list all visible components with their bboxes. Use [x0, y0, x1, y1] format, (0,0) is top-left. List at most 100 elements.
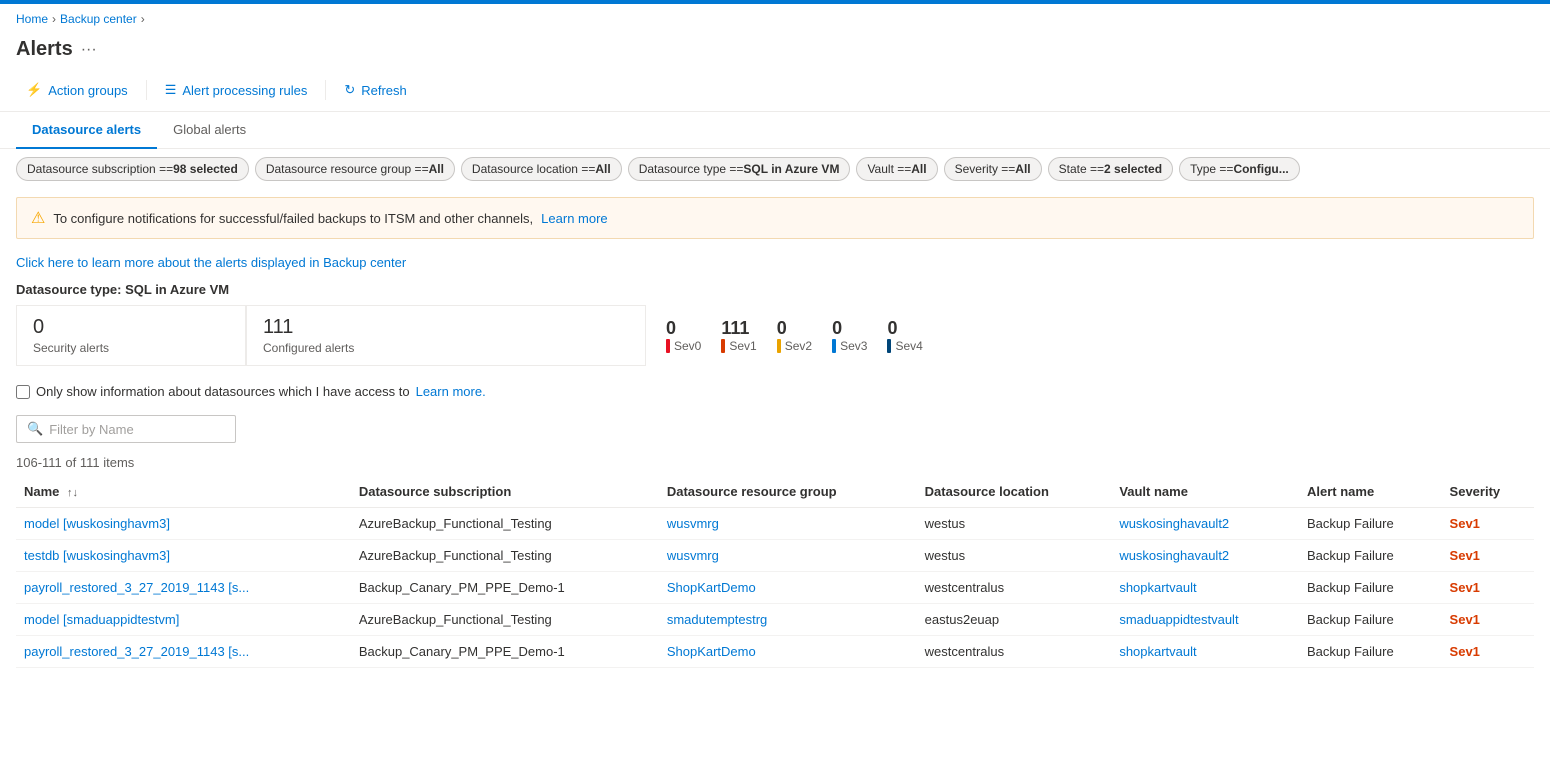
col-name-label: Name: [24, 484, 59, 499]
filter-subscription-text: Datasource subscription ==: [27, 162, 173, 176]
cell-rg-3[interactable]: smadutemptestrg: [659, 604, 917, 636]
cell-rg-2[interactable]: ShopKartDemo: [659, 572, 917, 604]
filter-input-row: 🔍: [0, 411, 1550, 451]
sort-icon-name[interactable]: ↑↓: [67, 487, 78, 499]
severity-stats: 0 Sev0 111 Sev1 0 Sev2 0 Sev3 0 S: [646, 305, 923, 366]
table-row: model [smaduappidtestvm] AzureBackup_Fun…: [16, 604, 1534, 636]
alert-processing-rules-button[interactable]: ☰ Alert processing rules: [155, 77, 318, 103]
sev0-dot: [666, 339, 670, 353]
filter-rg-text: Datasource resource group ==: [266, 162, 429, 176]
cell-name-0[interactable]: model [wuskosinghavm3]: [16, 508, 351, 540]
filter-subscription-value: 98 selected: [173, 162, 238, 176]
sev0-stat: 0 Sev0: [666, 318, 701, 353]
warning-learn-more-link[interactable]: Learn more: [541, 211, 607, 226]
tab-datasource-alerts[interactable]: Datasource alerts: [16, 112, 157, 149]
cell-location-3: eastus2euap: [917, 604, 1112, 636]
breadcrumb-backup-center[interactable]: Backup center: [60, 12, 137, 26]
filter-resource-group[interactable]: Datasource resource group == All: [255, 157, 455, 181]
filter-loc-value: All: [595, 162, 610, 176]
sev2-count: 0: [777, 318, 787, 339]
page-menu-icon[interactable]: ···: [81, 41, 97, 59]
filter-subscription[interactable]: Datasource subscription == 98 selected: [16, 157, 249, 181]
configured-count: 111: [263, 316, 629, 339]
checkbox-row: Only show information about datasources …: [0, 378, 1550, 411]
filter-datasource-type[interactable]: Datasource type == SQL in Azure VM: [628, 157, 851, 181]
filter-state-value: 2 selected: [1104, 162, 1162, 176]
cell-vault-1[interactable]: wuskosinghavault2: [1111, 540, 1299, 572]
toolbar: ⚡ Action groups ☰ Alert processing rules…: [0, 69, 1550, 112]
action-groups-label: Action groups: [48, 83, 128, 98]
tab-global-alerts[interactable]: Global alerts: [157, 112, 262, 149]
warning-text: To configure notifications for successfu…: [53, 211, 533, 226]
cell-severity-2: Sev1: [1442, 572, 1534, 604]
breadcrumb: Home › Backup center ›: [0, 4, 1550, 34]
filter-name-input[interactable]: [49, 422, 225, 437]
cell-rg-1[interactable]: wusvmrg: [659, 540, 917, 572]
security-alerts-box: 0 Security alerts: [16, 305, 246, 366]
search-icon: 🔍: [27, 421, 43, 437]
sev4-stat: 0 Sev4: [887, 318, 922, 353]
cell-rg-0[interactable]: wusvmrg: [659, 508, 917, 540]
sev2-dot: [777, 339, 781, 353]
access-checkbox[interactable]: [16, 385, 30, 399]
cell-vault-3[interactable]: smaduappidtestvault: [1111, 604, 1299, 636]
filter-vault[interactable]: Vault == All: [856, 157, 937, 181]
cell-alert-1: Backup Failure: [1299, 540, 1442, 572]
filter-type[interactable]: Type == Configu...: [1179, 157, 1300, 181]
filter-vault-value: All: [911, 162, 926, 176]
breadcrumb-home[interactable]: Home: [16, 12, 48, 26]
filter-alert-type-text: Type ==: [1190, 162, 1233, 176]
security-label: Security alerts: [33, 341, 229, 355]
cell-subscription-2: Backup_Canary_PM_PPE_Demo-1: [351, 572, 659, 604]
page-title: Alerts: [16, 38, 73, 61]
cell-subscription-4: Backup_Canary_PM_PPE_Demo-1: [351, 636, 659, 668]
table-body: model [wuskosinghavm3] AzureBackup_Funct…: [16, 508, 1534, 668]
table-row: testdb [wuskosinghavm3] AzureBackup_Func…: [16, 540, 1534, 572]
checkbox-learn-more-link[interactable]: Learn more.: [416, 384, 486, 399]
col-location: Datasource location: [917, 476, 1112, 508]
cell-alert-4: Backup Failure: [1299, 636, 1442, 668]
sev4-dot: [887, 339, 891, 353]
sev3-label: Sev3: [832, 339, 867, 353]
cell-subscription-0: AzureBackup_Functional_Testing: [351, 508, 659, 540]
filter-state[interactable]: State == 2 selected: [1048, 157, 1173, 181]
info-link[interactable]: Click here to learn more about the alert…: [16, 255, 406, 270]
table-row: payroll_restored_3_27_2019_1143 [s... Ba…: [16, 572, 1534, 604]
cell-name-3[interactable]: model [smaduappidtestvm]: [16, 604, 351, 636]
filter-input-box: 🔍: [16, 415, 236, 443]
cell-name-4[interactable]: payroll_restored_3_27_2019_1143 [s...: [16, 636, 351, 668]
action-groups-button[interactable]: ⚡ Action groups: [16, 77, 138, 103]
sev3-stat: 0 Sev3: [832, 318, 867, 353]
table-wrap: Name ↑↓ Datasource subscription Datasour…: [0, 476, 1550, 668]
refresh-button[interactable]: ↻ Refresh: [334, 77, 416, 103]
sev4-count: 0: [887, 318, 897, 339]
col-name: Name ↑↓: [16, 476, 351, 508]
cell-severity-3: Sev1: [1442, 604, 1534, 636]
cell-location-4: westcentralus: [917, 636, 1112, 668]
cell-severity-1: Sev1: [1442, 540, 1534, 572]
filter-vault-text: Vault ==: [867, 162, 911, 176]
cell-rg-4[interactable]: ShopKartDemo: [659, 636, 917, 668]
filter-type-text: Datasource type ==: [639, 162, 744, 176]
cell-name-1[interactable]: testdb [wuskosinghavm3]: [16, 540, 351, 572]
sev1-dot: [721, 339, 725, 353]
filter-location[interactable]: Datasource location == All: [461, 157, 622, 181]
refresh-icon: ↻: [344, 82, 355, 98]
sev1-stat: 111 Sev1: [721, 318, 756, 353]
col-subscription: Datasource subscription: [351, 476, 659, 508]
tabs-bar: Datasource alerts Global alerts: [0, 112, 1550, 149]
warning-banner: ⚠ To configure notifications for success…: [16, 197, 1534, 239]
cell-severity-4: Sev1: [1442, 636, 1534, 668]
refresh-label: Refresh: [361, 83, 407, 98]
items-count: 106-111 of 111 items: [0, 451, 1550, 476]
cell-name-2[interactable]: payroll_restored_3_27_2019_1143 [s...: [16, 572, 351, 604]
sev1-label: Sev1: [721, 339, 756, 353]
page-header: Alerts ···: [0, 34, 1550, 69]
toolbar-divider-1: [146, 80, 147, 100]
checkbox-label: Only show information about datasources …: [36, 384, 410, 399]
cell-vault-4[interactable]: shopkartvault: [1111, 636, 1299, 668]
cell-location-2: westcentralus: [917, 572, 1112, 604]
filter-severity[interactable]: Severity == All: [944, 157, 1042, 181]
cell-vault-2[interactable]: shopkartvault: [1111, 572, 1299, 604]
cell-vault-0[interactable]: wuskosinghavault2: [1111, 508, 1299, 540]
